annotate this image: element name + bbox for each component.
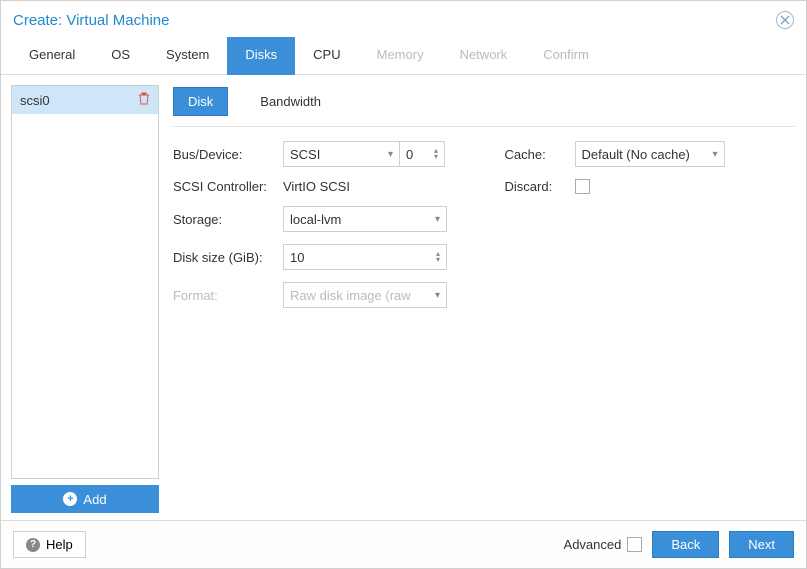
chevron-down-icon: ▾	[435, 214, 440, 225]
wizard-tabs: General OS System Disks CPU Memory Netwo…	[1, 37, 806, 75]
bus-device-label: Bus/Device:	[173, 147, 283, 162]
discard-checkbox[interactable]	[575, 179, 590, 194]
subtab-bandwidth[interactable]: Bandwidth	[246, 88, 335, 115]
tab-os[interactable]: OS	[93, 37, 148, 74]
storage-select[interactable]: local-lvm ▾	[283, 206, 447, 232]
add-disk-label: Add	[83, 492, 106, 507]
advanced-label: Advanced	[564, 537, 622, 552]
tab-general[interactable]: General	[11, 37, 93, 74]
scsi-controller-label: SCSI Controller:	[173, 179, 283, 194]
scsi-controller-value: VirtIO SCSI	[283, 179, 350, 194]
plus-icon: +	[63, 492, 77, 506]
subtab-disk[interactable]: Disk	[173, 87, 228, 116]
chevron-down-icon: ▾	[388, 149, 393, 160]
cache-value: Default (No cache)	[582, 147, 690, 162]
chevron-down-icon: ▾	[712, 149, 717, 160]
disk-size-label: Disk size (GiB):	[173, 250, 283, 265]
help-button[interactable]: ? Help	[13, 531, 86, 558]
discard-label: Discard:	[505, 179, 575, 194]
device-value: 0	[406, 147, 413, 162]
format-label: Format:	[173, 288, 283, 303]
tab-cpu[interactable]: CPU	[295, 37, 358, 74]
spinner-icon: ▴▾	[434, 148, 438, 160]
back-button[interactable]: Back	[652, 531, 719, 558]
tab-memory: Memory	[359, 37, 442, 74]
trash-icon[interactable]	[138, 92, 150, 108]
disk-size-input[interactable]: 10 ▴▾	[283, 244, 447, 270]
cache-select[interactable]: Default (No cache) ▾	[575, 141, 725, 167]
disk-name: scsi0	[20, 93, 50, 108]
format-select: Raw disk image (raw ▾	[283, 282, 447, 308]
storage-label: Storage:	[173, 212, 283, 227]
disk-size-value: 10	[290, 250, 304, 265]
format-value: Raw disk image (raw	[290, 288, 411, 303]
tab-network: Network	[442, 37, 526, 74]
disk-list: scsi0	[11, 85, 159, 479]
tab-system[interactable]: System	[148, 37, 227, 74]
spinner-icon: ▴▾	[436, 251, 440, 263]
help-label: Help	[46, 537, 73, 552]
bus-select[interactable]: SCSI ▾	[283, 141, 399, 167]
help-icon: ?	[26, 538, 40, 552]
tab-confirm: Confirm	[525, 37, 607, 74]
tab-disks[interactable]: Disks	[227, 37, 295, 74]
cache-label: Cache:	[505, 147, 575, 162]
next-button[interactable]: Next	[729, 531, 794, 558]
storage-value: local-lvm	[290, 212, 341, 227]
disk-list-item[interactable]: scsi0	[12, 86, 158, 114]
dialog-title: Create: Virtual Machine	[13, 12, 169, 29]
bus-value: SCSI	[290, 147, 320, 162]
close-icon[interactable]	[776, 11, 794, 29]
advanced-checkbox[interactable]	[627, 537, 642, 552]
chevron-down-icon: ▾	[435, 290, 440, 301]
device-number-input[interactable]: 0 ▴▾	[399, 141, 445, 167]
add-disk-button[interactable]: + Add	[11, 485, 159, 513]
